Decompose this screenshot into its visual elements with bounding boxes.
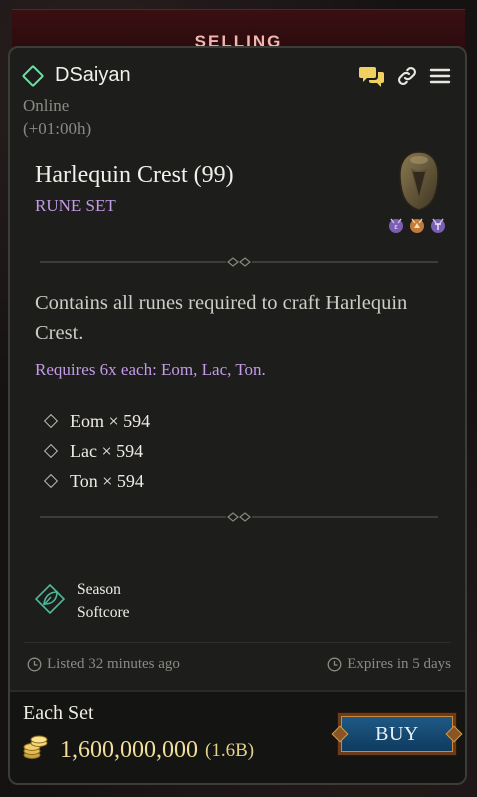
link-icon[interactable] — [395, 64, 419, 88]
item-title: Harlequin Crest (99) — [35, 162, 234, 188]
rune-ton-icon — [429, 216, 447, 239]
price-value: 1,600,000,000 — [60, 737, 198, 763]
clock-icon — [327, 657, 342, 672]
realm-info: Season Softcore — [34, 578, 130, 624]
rune-eom-icon: ε — [387, 216, 405, 239]
listing-card: DSaiyan Online (+01:00h) Harlequin Crest… — [8, 46, 467, 785]
seller-timezone: (+01:00h) — [23, 119, 92, 138]
helm-icon — [395, 150, 443, 217]
seller-name[interactable]: DSaiyan — [55, 64, 131, 87]
list-item: Lac × 594 — [43, 436, 150, 466]
realm-season: Season — [77, 581, 121, 598]
purchase-footer: Each Set 1,600,000,000 (1.6B) BUY — [10, 690, 465, 783]
buy-button[interactable]: BUY — [338, 713, 456, 755]
diamond-bullet-icon — [43, 413, 59, 429]
price-short: (1.6B) — [205, 739, 255, 761]
clock-icon — [27, 657, 42, 672]
expires-text: Expires in 5 days — [347, 656, 451, 672]
seller-row[interactable]: DSaiyan — [21, 64, 131, 87]
item-requirement: Requires 6x each: Eom, Lac, Ton. — [35, 360, 266, 379]
card-actions — [359, 64, 451, 88]
realm-mode: Softcore — [77, 604, 130, 621]
svg-text:ε: ε — [394, 223, 398, 231]
seller-status-block: Online (+01:00h) — [23, 94, 91, 140]
divider — [40, 257, 438, 267]
rune-icons: ε — [387, 216, 447, 239]
rune-entry: Ton × 594 — [70, 470, 144, 491]
list-item: Ton × 594 — [43, 466, 150, 496]
listed-text: Listed 32 minutes ago — [47, 656, 180, 672]
price-row: 1,600,000,000 (1.6B) — [22, 735, 254, 766]
divider — [40, 512, 438, 522]
rune-list: Eom × 594 Lac × 594 Ton × 594 — [43, 406, 151, 496]
buy-button-label: BUY — [375, 722, 419, 745]
season-leaf-icon — [34, 583, 66, 619]
unit-label: Each Set — [23, 702, 94, 724]
listed-time: Listed 32 minutes ago — [27, 656, 180, 673]
chat-icon[interactable] — [359, 64, 385, 88]
online-diamond-icon — [21, 64, 45, 87]
rune-entry: Eom × 594 — [70, 410, 151, 431]
item-description: Contains all runes required to craft Har… — [35, 292, 408, 344]
seller-status: Online — [23, 96, 70, 115]
rune-entry: Lac × 594 — [70, 440, 144, 461]
gold-coins-icon — [22, 735, 48, 766]
list-item: Eom × 594 — [43, 406, 151, 436]
item-type: RUNE SET — [35, 196, 116, 215]
expires-time: Expires in 5 days — [327, 656, 451, 673]
rune-lac-icon — [408, 216, 426, 239]
realm-text: Season Softcore — [77, 578, 130, 624]
diamond-bullet-icon — [43, 443, 59, 459]
separator — [24, 642, 451, 643]
menu-icon[interactable] — [429, 66, 451, 86]
diamond-bullet-icon — [43, 473, 59, 489]
